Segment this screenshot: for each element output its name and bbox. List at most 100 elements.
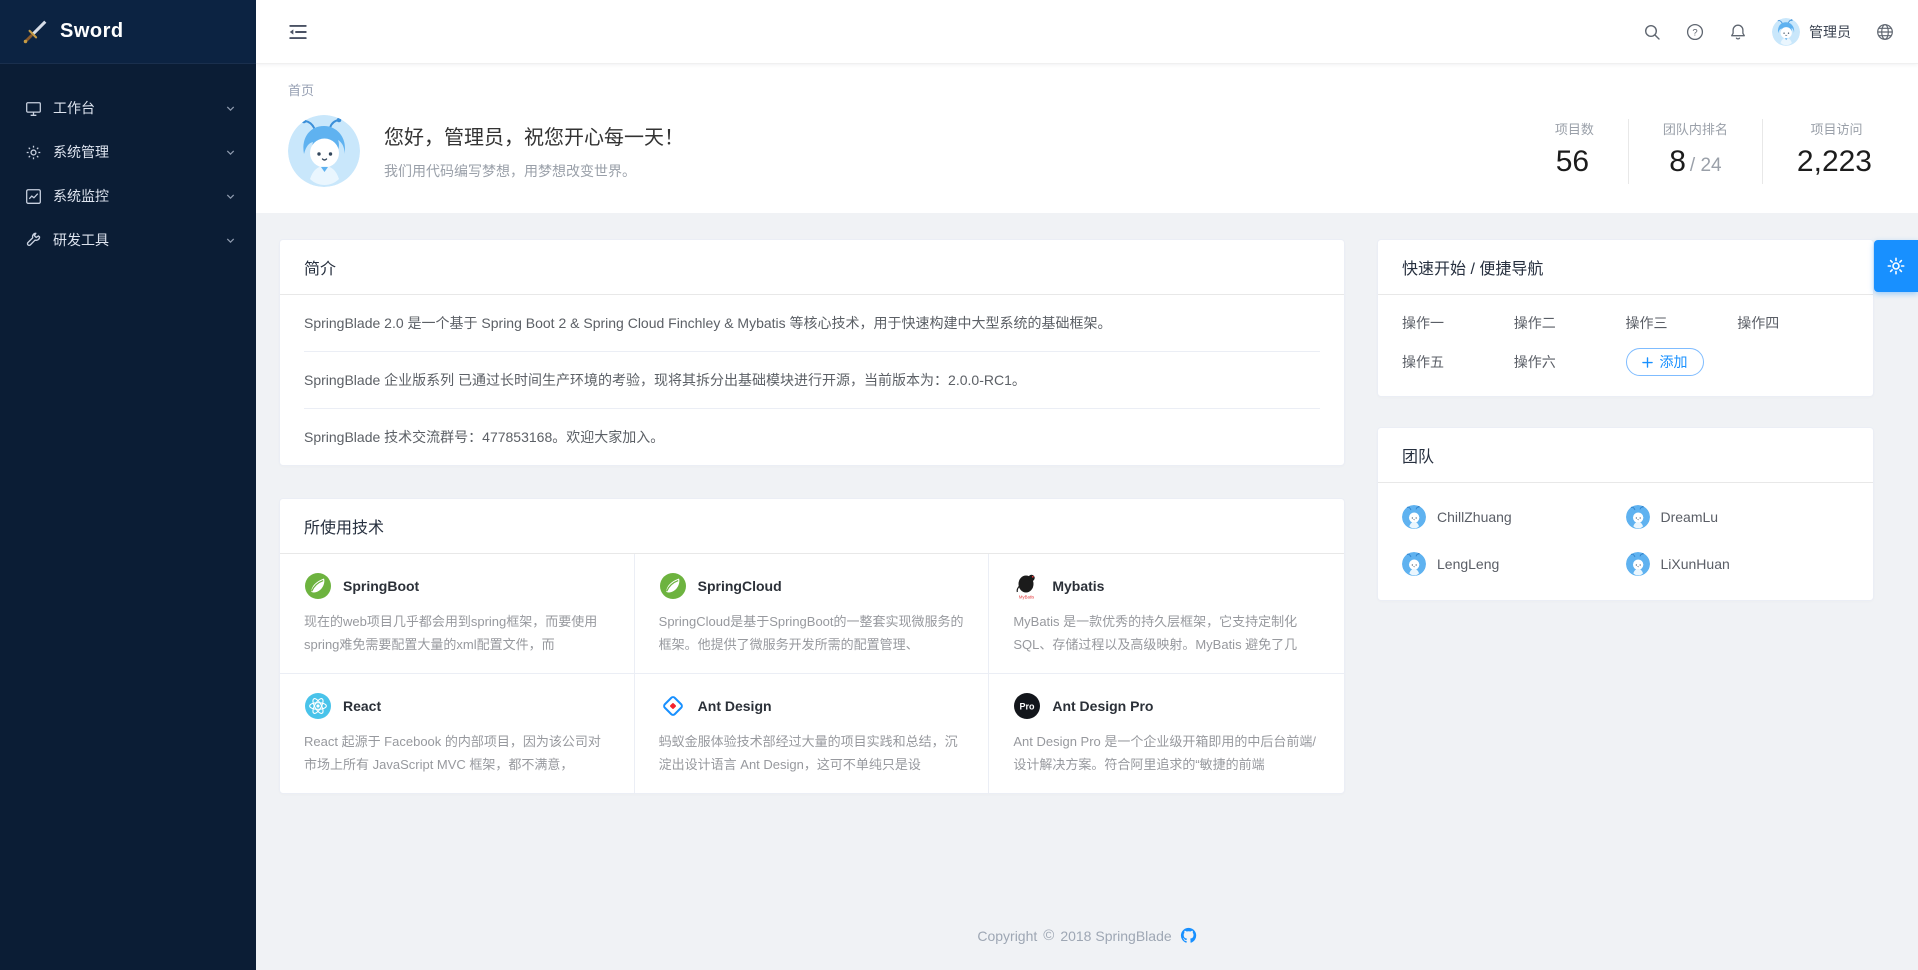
user-avatar [1772,18,1800,46]
greeting: 您好，管理员，祝您开心每一天！ 我们用代码编写梦想，用梦想改变世界。 [384,121,684,181]
tool-icon [25,232,42,249]
copyright-text: Copyright [977,928,1037,944]
page-header: 首页 您好，管理员，祝您开心每一天！ 我们用代码编写梦想，用梦想改变世界。 项目… [256,64,1918,213]
springcloud-icon [659,572,687,600]
tech-name: SpringBoot [343,578,419,594]
sidebar-item-workbench[interactable]: 工作台 [0,86,256,130]
quick-action-4[interactable]: 操作四 [1737,313,1849,333]
desktop-icon [25,100,42,117]
add-button[interactable]: 添加 [1626,348,1704,376]
tech-item-react: React React 起源于 Facebook 的内部项目，因为该公司对市场上… [280,674,635,793]
stat-value: 56 [1555,144,1594,184]
team-card-title: 团队 [1378,428,1873,483]
tech-desc: React 起源于 Facebook 的内部项目，因为该公司对市场上所有 Jav… [304,730,610,776]
plus-icon [1642,357,1653,368]
topbar-right: ? 管理员 [1643,18,1894,46]
quick-start-card: 快速开始 / 便捷导航 操作一 操作二 操作三 操作四 操作五 操作六 添加 [1377,239,1874,397]
tech-name: Ant Design Pro [1052,698,1153,714]
github-icon[interactable] [1180,927,1197,944]
team-member[interactable]: LiXunHuan [1626,552,1850,576]
stat-label: 项目数 [1555,119,1594,138]
member-avatar [1626,552,1650,576]
stat-value: 8/ 24 [1663,144,1728,184]
member-name: LiXunHuan [1661,556,1730,572]
quick-action-6[interactable]: 操作六 [1514,352,1626,372]
tech-item-springboot: SpringBoot 现在的web项目几乎都会用到spring框架，而要使用sp… [280,554,635,674]
svg-text:MyBatis: MyBatis [1019,595,1034,600]
tech-card-title: 所使用技术 [280,499,1344,554]
breadcrumb-home[interactable]: 首页 [288,83,314,98]
quick-action-5[interactable]: 操作五 [1402,352,1514,372]
team-card: 团队 ChillZhuang DreamLu [1377,427,1874,601]
member-avatar [1402,552,1426,576]
stat-value: 2,223 [1797,144,1876,184]
quick-action-2[interactable]: 操作二 [1514,313,1626,333]
antdesignpro-icon: Pro [1013,692,1041,720]
chevron-down-icon [225,103,236,114]
tech-desc: 蚂蚁金服体验技术部经过大量的项目实践和总结，沉淀出设计语言 Ant Design… [659,730,965,776]
member-name: DreamLu [1661,509,1719,525]
footer: Copyright © 2018 SpringBlade [256,897,1918,970]
tech-item-antdesign: Ant Design 蚂蚁金服体验技术部经过大量的项目实践和总结，沉淀出设计语言… [635,674,990,793]
sidebar-item-dev-tools[interactable]: 研发工具 [0,218,256,262]
tech-item-mybatis: MyBatis Mybatis MyBatis 是一款优秀的持久层框架，它支持定… [989,554,1344,674]
team-member[interactable]: LengLeng [1402,552,1626,576]
tech-card: 所使用技术 SpringBoot 现在的web项目几乎都会用到spring框架，… [279,498,1345,794]
sidebar-item-label: 工作台 [53,98,225,118]
tech-item-antdesignpro: Pro Ant Design Pro Ant Design Pro 是一个企业级… [989,674,1344,793]
sidebar: Sword 工作台 [0,0,256,970]
sidebar-item-system-management[interactable]: 系统管理 [0,130,256,174]
user-menu[interactable]: 管理员 [1772,18,1851,46]
sword-logo-icon [22,19,48,45]
stat-label: 项目访问 [1797,119,1876,138]
stat-project-visits: 项目访问 2,223 [1762,119,1886,184]
settings-fab-button[interactable] [1874,240,1918,292]
tech-name: Mybatis [1052,578,1104,594]
content: 简介 SpringBlade 2.0 是一个基于 Spring Boot 2 &… [256,213,1918,897]
member-avatar [1402,505,1426,529]
chevron-down-icon [225,191,236,202]
svg-text:Pro: Pro [1020,702,1036,712]
team-members: ChillZhuang DreamLu LengLe [1378,483,1873,600]
intro-card: 简介 SpringBlade 2.0 是一个基于 Spring Boot 2 &… [279,239,1345,466]
sidebar-item-label: 研发工具 [53,230,225,250]
content-left-column: 简介 SpringBlade 2.0 是一个基于 Spring Boot 2 &… [279,239,1345,794]
stat-projects: 项目数 56 [1521,119,1628,184]
tech-item-springcloud: SpringCloud SpringCloud是基于SpringBoot的一整套… [635,554,990,674]
sidebar-menu: 工作台 系统管理 [0,64,256,262]
stats: 项目数 56 团队内排名 8/ 24 项目访问 2,223 [1521,119,1886,184]
quick-actions: 操作一 操作二 操作三 操作四 操作五 操作六 添加 [1378,295,1873,396]
app-root: Sword 工作台 [0,0,1918,970]
intro-line: SpringBlade 企业版系列 已通过长时间生产环境的考验，现将其拆分出基础… [304,351,1320,408]
team-member[interactable]: DreamLu [1626,505,1850,529]
globe-icon[interactable] [1876,23,1894,41]
tech-grid: SpringBoot 现在的web项目几乎都会用到spring框架，而要使用sp… [280,554,1344,793]
chevron-down-icon [225,235,236,246]
search-icon[interactable] [1643,23,1661,41]
content-right-column: 快速开始 / 便捷导航 操作一 操作二 操作三 操作四 操作五 操作六 添加 [1377,239,1874,601]
member-name: LengLeng [1437,556,1499,572]
breadcrumb: 首页 [288,80,1886,99]
greeting-title: 您好，管理员，祝您开心每一天！ [384,121,684,150]
help-icon[interactable]: ? [1686,23,1704,41]
svg-text:?: ? [1692,27,1697,38]
sidebar-item-label: 系统管理 [53,142,225,162]
bell-icon[interactable] [1729,23,1747,41]
team-member[interactable]: ChillZhuang [1402,505,1626,529]
react-icon [304,692,332,720]
springboot-icon [304,572,332,600]
quick-action-1[interactable]: 操作一 [1402,313,1514,333]
logo[interactable]: Sword [0,0,256,64]
line-chart-icon [25,188,42,205]
greeting-subtitle: 我们用代码编写梦想，用梦想改变世界。 [384,161,684,181]
intro-card-title: 简介 [280,240,1344,295]
app-title: Sword [60,20,124,43]
tech-name: React [343,698,381,714]
sidebar-item-system-monitor[interactable]: 系统监控 [0,174,256,218]
menu-fold-button[interactable] [282,16,314,48]
welcome-row: 您好，管理员，祝您开心每一天！ 我们用代码编写梦想，用梦想改变世界。 项目数 5… [288,115,1886,187]
chevron-down-icon [225,147,236,158]
mybatis-icon: MyBatis [1013,572,1041,600]
intro-line: SpringBlade 技术交流群号：477853168。欢迎大家加入。 [304,408,1320,465]
quick-action-3[interactable]: 操作三 [1626,313,1738,333]
